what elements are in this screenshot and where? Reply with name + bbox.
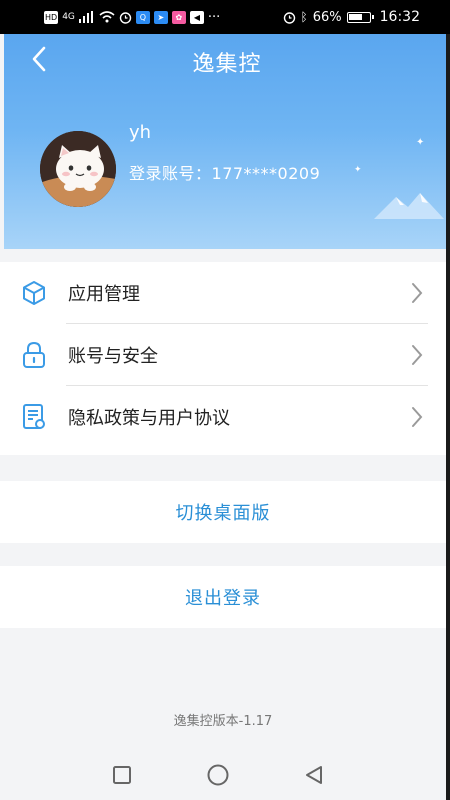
system-nav-bar [0, 750, 450, 800]
chevron-right-icon [412, 345, 423, 365]
back-nav-button[interactable] [294, 755, 334, 795]
cube-icon [20, 279, 48, 307]
chevron-right-icon [412, 407, 423, 427]
account-line: 登录账号：177****0209 [129, 160, 320, 184]
sparkle-icon: ✦ [416, 137, 425, 148]
network-indicator: 4G [62, 12, 75, 22]
settings-menu: 应用管理 账号与安全 隐私政策与用户协议 [0, 262, 446, 455]
avatar[interactable] [40, 131, 116, 207]
home-button[interactable] [198, 755, 238, 795]
app-screen: HD 4G Q ➤ ✿ ◀ ··· ᛒ 66% 16:32 逸集控 ✦ ✦ yh… [0, 0, 450, 800]
version-label: 逸集控版本-1.17 [173, 714, 273, 729]
app-play-icon: ◀ [189, 10, 204, 24]
menu-item-label: 账号与安全 [68, 346, 158, 367]
cat-avatar-icon [40, 131, 116, 207]
logout-button[interactable]: 退出登录 [0, 566, 446, 628]
circle-icon [207, 764, 229, 786]
battery-icon [346, 11, 374, 23]
recent-apps-button[interactable] [102, 755, 142, 795]
page-title: 逸集控 [192, 52, 262, 77]
wifi-icon [99, 11, 115, 23]
battery-percent: 66% [312, 9, 342, 25]
menu-item-account-security[interactable]: 账号与安全 [0, 324, 446, 386]
menu-item-label: 应用管理 [68, 284, 140, 305]
lock-icon [20, 341, 48, 369]
app-flower-icon: ✿ [171, 10, 186, 24]
bluetooth-icon: ᛒ [300, 10, 308, 24]
status-bar: HD 4G Q ➤ ✿ ◀ ··· ᛒ 66% 16:32 [0, 0, 450, 34]
switch-desktop-button[interactable]: 切换桌面版 [0, 481, 446, 543]
screen-edge [446, 34, 450, 800]
signal-icon [78, 11, 93, 23]
status-right: ᛒ 66% 16:32 [283, 9, 420, 25]
chevron-right-icon [412, 283, 423, 303]
triangle-back-icon [306, 766, 322, 784]
account-label: 登录账号： [129, 164, 212, 183]
document-icon [20, 403, 48, 431]
account-number: 177****0209 [211, 164, 321, 183]
hd-indicator: HD [44, 10, 59, 24]
clock: 16:32 [379, 9, 420, 25]
app-q-icon: Q [135, 10, 150, 24]
alarm-icon [283, 11, 295, 24]
sparkle-icon: ✦ [354, 165, 362, 175]
menu-item-label: 隐私政策与用户协议 [68, 408, 230, 429]
alarm-app-icon [119, 11, 132, 24]
menu-item-app-management[interactable]: 应用管理 [0, 262, 446, 324]
menu-item-privacy-policy[interactable]: 隐私政策与用户协议 [0, 386, 446, 448]
status-left: HD 4G Q ➤ ✿ ◀ ··· [44, 10, 220, 25]
mountain-illustration-icon [374, 193, 444, 219]
profile-header: 逸集控 ✦ ✦ yh 登录账号：177****0209 [4, 34, 450, 249]
more-notifications-icon: ··· [207, 9, 221, 25]
square-icon [113, 766, 131, 784]
username: yh [129, 122, 152, 143]
app-arrow-icon: ➤ [153, 10, 168, 24]
